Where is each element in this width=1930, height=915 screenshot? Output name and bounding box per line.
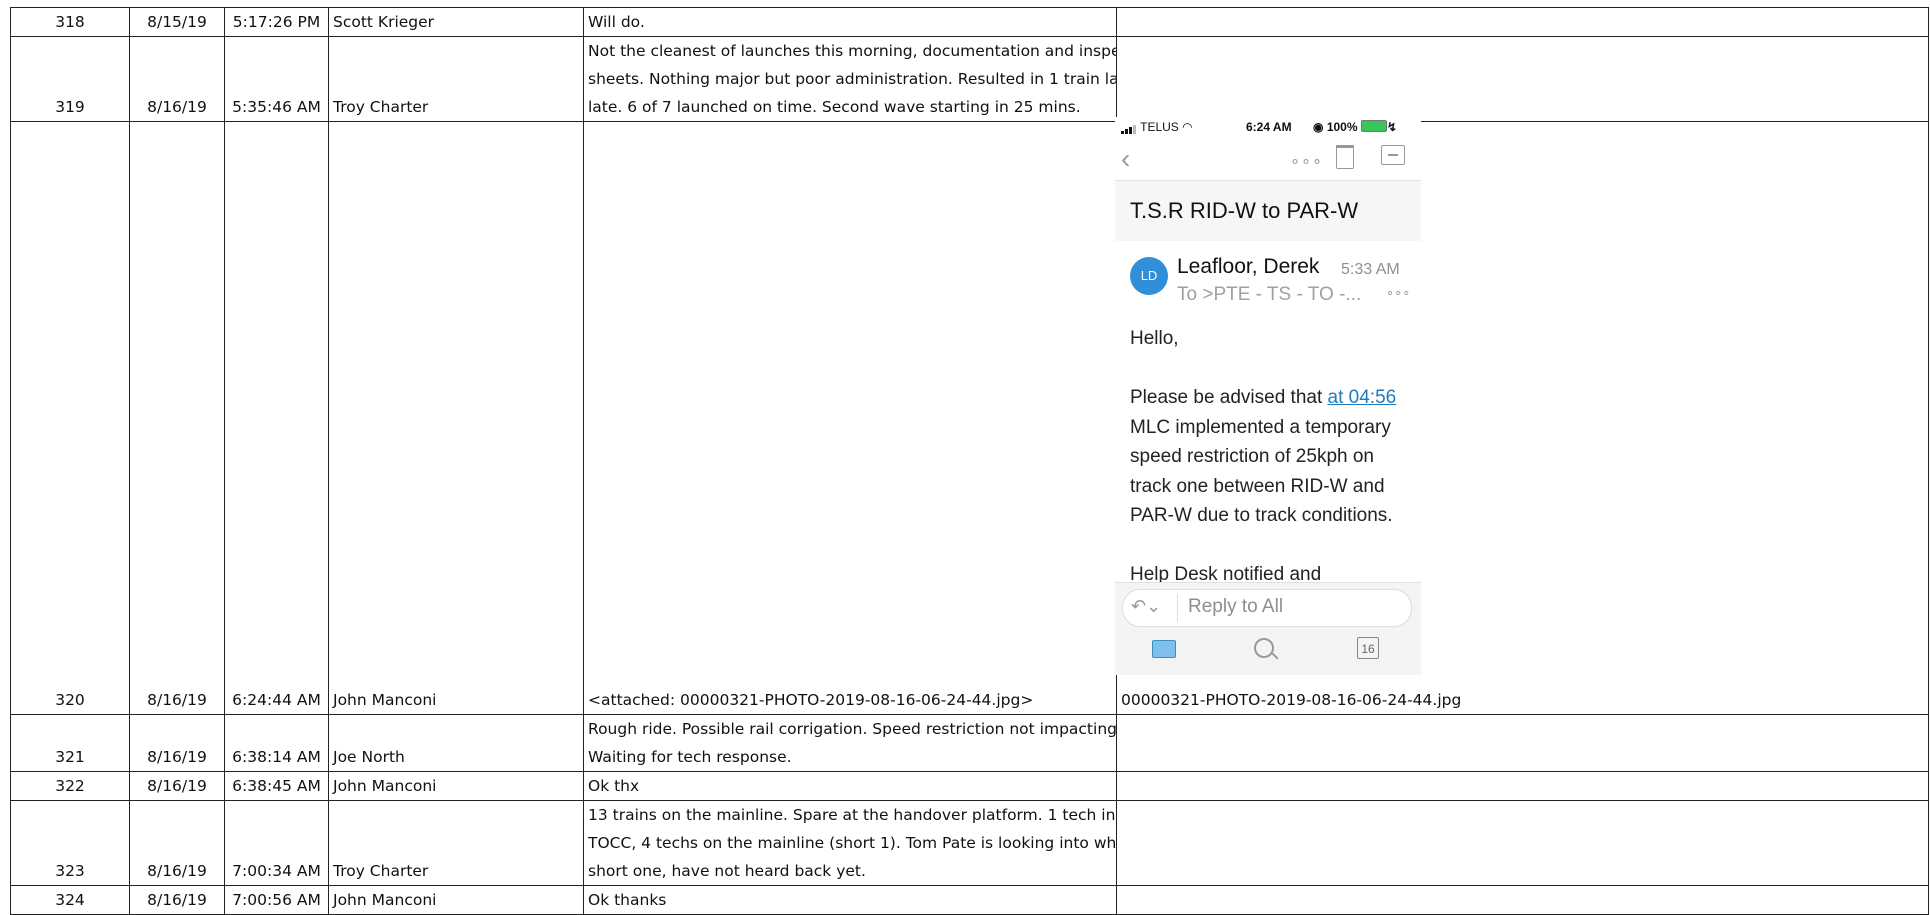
message-line: sheets. Nothing major but poor administr…: [588, 70, 1116, 88]
message-line: late. 6 of 7 launched on time. Second wa…: [588, 98, 1081, 116]
recipients-more-icon[interactable]: ∘∘∘: [1386, 285, 1410, 301]
row-time: 6:24:44 AM: [224, 121, 329, 715]
row-message: Not the cleanest of launches this mornin…: [583, 36, 1117, 122]
row-date: 8/16/19: [129, 885, 225, 915]
row-date: 8/16/19: [129, 800, 225, 886]
subject-bar: T.S.R RID-W to PAR-W: [1115, 180, 1421, 241]
more-options-icon[interactable]: ∘∘∘: [1290, 151, 1323, 171]
email-subject: T.S.R RID-W to PAR-W: [1130, 198, 1359, 223]
row-date: 8/16/19: [129, 121, 225, 715]
row-message: Ok thx: [583, 771, 1117, 801]
recipients[interactable]: To >PTE - TS - TO -...: [1177, 284, 1361, 306]
email-toolbar: ‹ ∘∘∘: [1115, 139, 1421, 179]
message-log-table: 318 8/15/19 5:17:26 PM Scott Krieger Will do…: [10, 7, 1929, 915]
row-sender: Joe North: [328, 714, 584, 772]
status-clock: 6:24 AM: [1246, 120, 1292, 134]
table-row: 321 8/16/19 6:38:14 AM Joe North Rough ride.…: [10, 714, 1929, 772]
email-body: Hello, Please be advised that at 04:56 M…: [1130, 324, 1415, 619]
row-sender: Scott Krieger: [328, 7, 584, 37]
charging-icon: ↯: [1386, 120, 1397, 134]
row-attachment: [1116, 7, 1929, 37]
row-attachment: [1116, 800, 1929, 886]
row-time: 6:38:45 AM: [224, 771, 329, 801]
archive-icon[interactable]: [1381, 145, 1405, 165]
reply-bar: ↶⌄ Reply to All 16: [1115, 582, 1421, 675]
carrier-name: TELUS: [1140, 120, 1179, 134]
row-number: 324: [10, 885, 130, 915]
table-row: 318 8/15/19 5:17:26 PM Scott Krieger Will do…: [10, 7, 1929, 37]
row-attachment: [1116, 714, 1929, 772]
sent-time: 5:33 AM: [1341, 261, 1400, 278]
trash-icon[interactable]: [1336, 145, 1354, 169]
message-line: 13 trains on the mainline. Spare at the …: [588, 806, 1117, 824]
message-line: short one, have not heard back yet.: [588, 862, 866, 880]
row-number: 323: [10, 800, 130, 886]
row-message: Rough ride. Possible rail corrigation. S…: [583, 714, 1117, 772]
row-number: 318: [10, 7, 130, 37]
message-line: Rough ride. Possible rail corrigation. S…: [588, 720, 1117, 738]
row-sender: Troy Charter: [328, 36, 584, 122]
reply-all-icon: ↶⌄: [1131, 596, 1162, 616]
table-row: 319 8/16/19 5:35:46 AM Troy Charter Not the …: [10, 36, 1929, 122]
row-date: 8/16/19: [129, 771, 225, 801]
wifi-icon: ◠: [1182, 120, 1193, 134]
battery-indicator: ◉ 100% ↯: [1313, 120, 1397, 134]
row-sender: John Manconi: [328, 885, 584, 915]
row-sender: John Manconi: [328, 771, 584, 801]
row-time: 6:38:14 AM: [224, 714, 329, 772]
divider: [1177, 594, 1178, 622]
message-line: Not the cleanest of launches this mornin…: [588, 42, 1117, 60]
email-screenshot: TELUS ◠ 6:24 AM ◉ 100% ↯ ‹ ∘∘∘ T.S.R RID…: [1115, 117, 1421, 675]
row-sender: John Manconi: [328, 121, 584, 715]
row-attachment: [1116, 885, 1929, 915]
row-number: 319: [10, 36, 130, 122]
body-paragraph: Please be advised that at 04:56 MLC impl…: [1130, 387, 1397, 526]
mail-tab-icon[interactable]: [1152, 640, 1176, 658]
message-line: Ok thx: [588, 777, 640, 795]
row-number: 322: [10, 771, 130, 801]
calendar-tab-icon[interactable]: 16: [1357, 637, 1379, 659]
carrier-label: TELUS ◠: [1121, 120, 1193, 134]
table-row: 320 8/16/19 6:24:44 AM John Manconi <attache…: [10, 121, 1929, 715]
row-number: 320: [10, 121, 130, 715]
time-link[interactable]: at 04:56: [1328, 387, 1397, 408]
sender-name[interactable]: Leafloor, Derek: [1177, 255, 1319, 279]
table-row: 322 8/16/19 6:38:45 AM John Manconi Ok thx: [10, 771, 1929, 801]
status-bar: TELUS ◠ 6:24 AM ◉ 100% ↯: [1115, 117, 1421, 137]
row-message: Will do.: [583, 7, 1117, 37]
signal-icon: [1121, 120, 1137, 134]
alarm-icon: ◉: [1313, 120, 1324, 134]
row-date: 8/15/19: [129, 7, 225, 37]
message-line: <attached: 00000321-PHOTO-2019-08-16-06-…: [588, 691, 1034, 709]
row-time: 7:00:56 AM: [224, 885, 329, 915]
row-number: 321: [10, 714, 130, 772]
message-line: Waiting for tech response.: [588, 748, 792, 766]
row-time: 5:17:26 PM: [224, 7, 329, 37]
row-sender: Troy Charter: [328, 800, 584, 886]
row-time: 5:35:46 AM: [224, 36, 329, 122]
reply-all-button[interactable]: ↶⌄ Reply to All: [1122, 589, 1412, 627]
message-line: Ok thanks: [588, 891, 667, 909]
battery-icon: [1360, 120, 1387, 132]
reply-all-label: Reply to All: [1188, 596, 1284, 617]
search-tab-icon[interactable]: [1254, 638, 1274, 658]
back-chevron-icon[interactable]: ‹: [1121, 143, 1130, 175]
row-message: <attached: 00000321-PHOTO-2019-08-16-06-…: [583, 121, 1117, 715]
row-message: Ok thanks: [583, 885, 1117, 915]
row-date: 8/16/19: [129, 714, 225, 772]
greeting: Hello,: [1130, 328, 1179, 349]
table-row: 324 8/16/19 7:00:56 AM John Manconi Ok thank…: [10, 885, 1929, 915]
message-line: Will do.: [588, 13, 645, 31]
table-row: 323 8/16/19 7:00:34 AM Troy Charter 13 train…: [10, 800, 1929, 886]
row-attachment: [1116, 36, 1929, 122]
message-line: TOCC, 4 techs on the mainline (short 1).…: [588, 834, 1117, 852]
row-date: 8/16/19: [129, 36, 225, 122]
row-attachment: [1116, 771, 1929, 801]
row-time: 7:00:34 AM: [224, 800, 329, 886]
battery-percent: 100%: [1326, 120, 1358, 134]
avatar[interactable]: LD: [1130, 257, 1168, 295]
row-message: 13 trains on the mainline. Spare at the …: [583, 800, 1117, 886]
